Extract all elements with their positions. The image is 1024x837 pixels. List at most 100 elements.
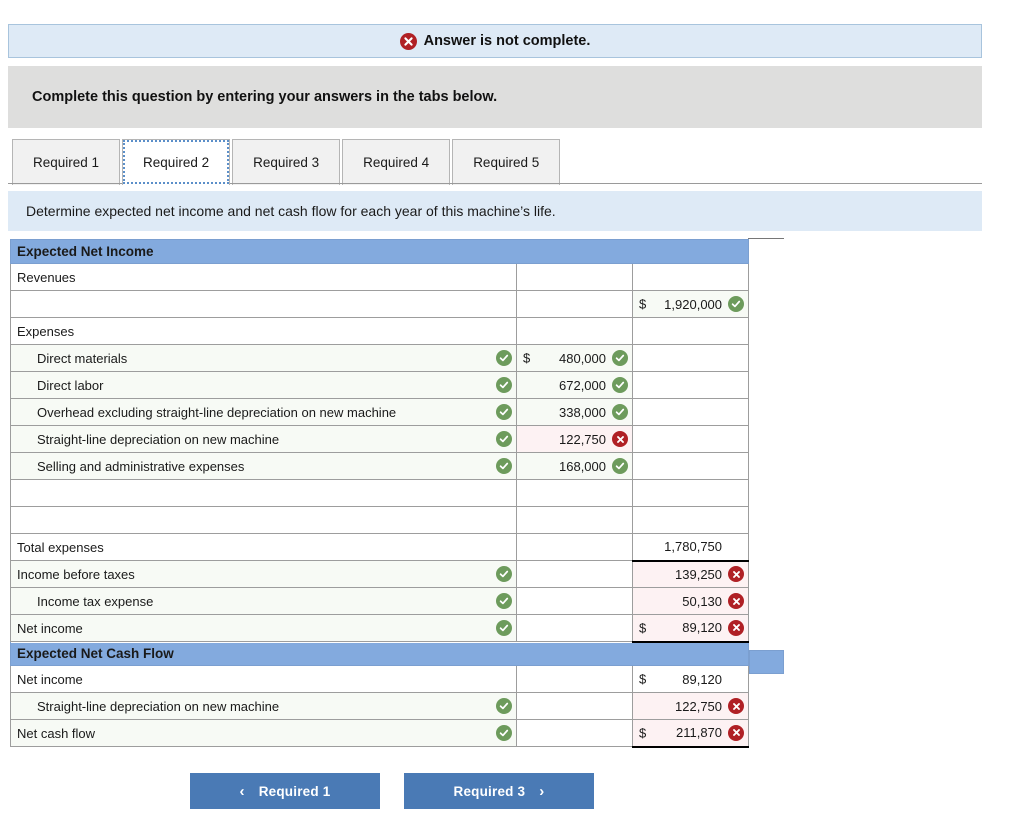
requirement-tabs: Required 1 Required 2 Required 3 Require… [12,137,562,185]
table-row: Total expenses 1,780,750 [10,533,750,562]
cell-value: 1,780,750 [664,539,723,555]
expense-amount-direct-labor[interactable]: 672,000 [516,371,633,399]
expense-label-overhead[interactable]: Overhead excluding straight-line depreci… [10,398,517,426]
table-row: Revenues [10,263,750,291]
row-label: Revenues [10,263,517,291]
row-right-cell[interactable] [631,479,750,507]
table-row: Income before taxes 139,250 [10,560,750,588]
row-label-net-income[interactable]: Net income [10,614,517,642]
row-mid-cell[interactable] [516,665,633,693]
table-row [10,479,750,507]
row-label[interactable] [10,479,517,507]
x-circle-icon [728,566,745,583]
tab-required-4[interactable]: Required 4 [342,139,451,185]
tab-required-2[interactable]: Required 2 [122,139,231,185]
row-label: Straight-line depreciation on new machin… [37,698,280,714]
row-label: Selling and administrative expenses [37,458,245,474]
tab-required-1[interactable]: Required 1 [12,139,121,185]
expense-amount-selling-admin[interactable]: 168,000 [516,452,633,480]
previous-requirement-button[interactable]: ‹ Required 1 [190,773,380,809]
cash-row-label-net-cash-flow[interactable]: Net cash flow [10,719,517,747]
tab-label: Required 5 [473,155,540,170]
row-right-cell[interactable] [631,398,750,426]
row-mid-cell[interactable] [516,479,633,507]
expense-label-selling-admin[interactable]: Selling and administrative expenses [10,452,517,480]
expense-amount-overhead[interactable]: 338,000 [516,398,633,426]
cell-value: 672,000 [559,377,606,393]
worksheet: Expected Net Income Revenues 1,920,000 [9,239,750,748]
net-cash-flow-amount[interactable]: 211,870 [631,719,750,748]
row-label: Straight-line depreciation on new machin… [37,431,280,447]
x-circle-icon [728,698,745,714]
row-mid-cell[interactable] [516,263,633,291]
check-circle-icon [612,350,628,366]
income-tax-expense-amount[interactable]: 50,130 [631,587,750,615]
cash-net-income-amount: 89,120 [631,665,750,693]
row-right-cell[interactable] [631,371,750,399]
row-right-cell[interactable] [631,344,750,372]
expense-label-depreciation[interactable]: Straight-line depreciation on new machin… [10,425,517,453]
check-circle-icon [496,698,512,714]
previous-requirement-label: Required 1 [258,783,331,799]
expense-label-direct-labor[interactable]: Direct labor [10,371,517,399]
row-mid-cell[interactable] [516,560,633,588]
row-label[interactable] [10,506,517,534]
row-label: Income before taxes [17,566,135,582]
row-label: Net income [17,620,83,636]
tab-required-3[interactable]: Required 3 [232,139,341,185]
x-circle-icon [612,431,628,447]
row-mid-cell[interactable] [516,506,633,534]
section-header-label: Expected Net Income [9,239,750,264]
row-label-income-before-taxes[interactable]: Income before taxes [10,560,517,588]
cell-value: 50,130 [682,593,723,609]
expense-amount-depreciation[interactable]: 122,750 [516,425,633,453]
cash-row-label-net-income: Net income [10,665,517,693]
answer-status-text: Answer is not complete. [423,33,591,49]
row-mid-cell[interactable] [516,719,633,747]
tab-required-5[interactable]: Required 5 [452,139,561,185]
cell-value: 1,920,000 [664,296,723,312]
cell-value: 338,000 [559,404,606,420]
row-mid-cell[interactable] [516,533,633,561]
cash-row-label-depreciation[interactable]: Straight-line depreciation on new machin… [10,692,517,720]
row-mid-cell[interactable] [516,692,633,720]
revenues-amount-cell[interactable]: 1,920,000 [631,290,750,318]
row-label-income-tax-expense[interactable]: Income tax expense [10,587,517,615]
section-header-net-cash-flow: Expected Net Cash Flow [9,641,750,666]
row-mid-cell[interactable] [516,614,633,642]
row-right-cell[interactable] [631,425,750,453]
income-before-taxes-amount[interactable]: 139,250 [631,560,750,588]
row-mid-cell[interactable] [516,317,633,345]
cell-value: 89,120 [682,671,723,687]
check-circle-icon [496,620,512,636]
check-circle-icon [612,404,628,420]
instruction-text: Complete this question by entering your … [32,89,498,105]
x-circle-icon [728,724,745,741]
row-label-total-expenses: Total expenses [10,533,517,561]
cell-value: 480,000 [559,350,606,366]
expense-amount-direct-materials[interactable]: 480,000 [516,344,633,372]
question-prompt-text: Determine expected net income and net ca… [26,203,556,219]
cash-depreciation-amount[interactable]: 122,750 [631,692,750,720]
table-row: Straight-line depreciation on new machin… [10,425,750,453]
row-right-cell[interactable] [631,452,750,480]
row-mid-cell[interactable] [516,587,633,615]
cell-value: 139,250 [675,566,723,582]
row-right-cell[interactable] [631,317,750,345]
check-circle-icon [496,458,512,474]
row-right-cell[interactable] [631,263,750,291]
table-row [10,506,750,534]
check-circle-icon [612,377,628,393]
row-right-cell[interactable] [631,506,750,534]
worksheet-table: Expected Net Income Revenues 1,920,000 [9,239,750,748]
table-row: Income tax expense 50,130 [10,587,750,615]
expense-label-direct-materials[interactable]: Direct materials [10,344,517,372]
row-label[interactable] [10,290,517,318]
net-income-amount[interactable]: 89,120 [631,614,750,643]
tab-label: Required 1 [33,155,100,170]
row-label: Income tax expense [37,593,154,609]
next-requirement-button[interactable]: Required 3 › [404,773,594,809]
row-label: Direct labor [37,377,104,393]
tab-navigation: ‹ Required 1 Required 3 › [0,773,784,809]
row-mid-cell[interactable] [516,290,633,318]
